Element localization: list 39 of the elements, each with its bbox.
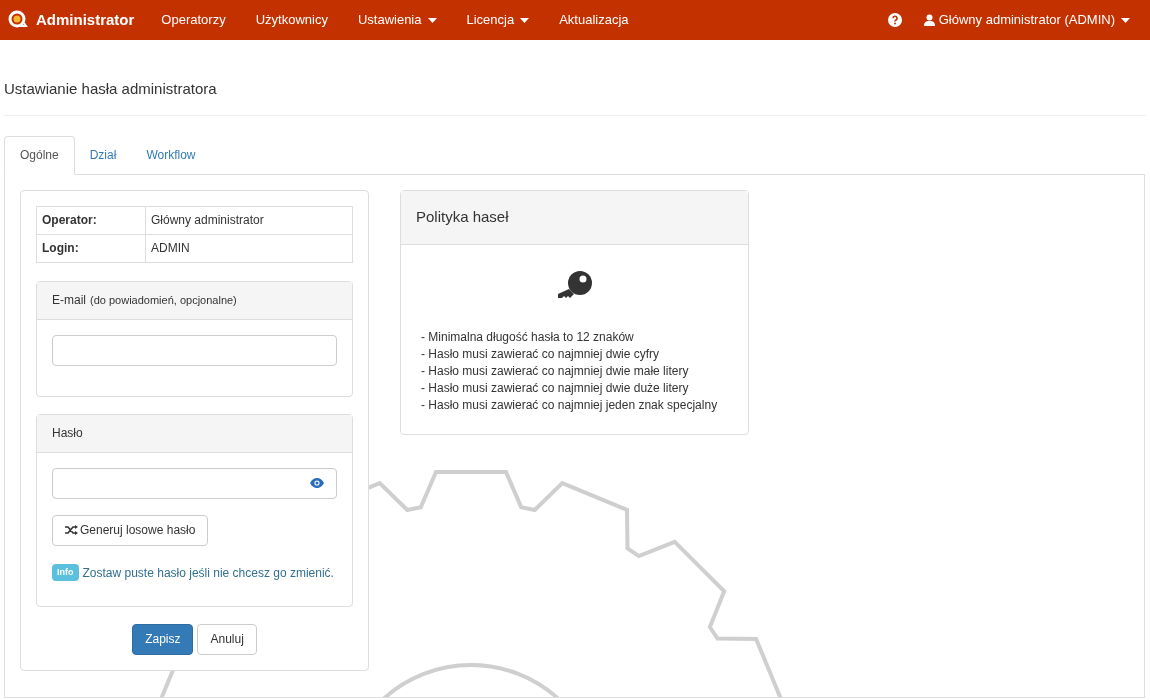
policy-rule: - Hasło musi zawierać co najmniej dwie duże litery — [421, 379, 690, 397]
tab[interactable]: Workflow — [131, 135, 211, 175]
table-cell: Login: — [36, 234, 146, 262]
password-heading: Hasło — [52, 425, 83, 442]
page-title: Ustawianie hasła administratora — [4, 79, 218, 99]
help-icon[interactable] — [887, 13, 902, 27]
save-button[interactable]: Zapisz — [132, 623, 194, 655]
generate-password-button[interactable]: Generuj losowe hasło — [52, 514, 209, 546]
password-field[interactable] — [52, 467, 337, 499]
info-note: Zostaw puste hasło jeśli nie chcesz go zmienić. — [82, 564, 334, 582]
nav-link[interactable]: Licencja — [451, 10, 545, 30]
user-icon — [923, 14, 935, 26]
table-cell: Główny administrator — [145, 206, 353, 234]
nav-link[interactable]: Operatorzy — [146, 10, 241, 30]
policy-rule: - Hasło musi zawierać co najmniej dwie cyfry — [421, 345, 661, 363]
caret-icon — [1121, 17, 1130, 23]
table-cell: Operator: — [36, 206, 146, 234]
email-hint: (do powiadomień, opcjonalne) — [90, 292, 237, 308]
caret-icon — [520, 17, 530, 23]
cancel-button[interactable]: Anuluj — [197, 623, 257, 655]
eye-icon[interactable] — [310, 478, 324, 488]
nav-link[interactable]: Użytkownicy — [240, 10, 343, 30]
brand-title: Administrator — [36, 9, 135, 30]
tab[interactable]: Ogólne — [4, 135, 75, 175]
caret-icon — [427, 17, 437, 23]
info-badge: Info — [52, 563, 79, 582]
email-heading: E-mail — [52, 292, 86, 309]
email-field[interactable] — [52, 334, 337, 366]
policy-rule: - Minimalna długość hasła to 12 znaków — [421, 328, 635, 346]
user-menu[interactable]: Główny administrator (ADMIN) — [923, 10, 1130, 30]
policy-rule: - Hasło musi zawierać co najmniej dwie małe litery — [421, 362, 690, 380]
tab[interactable]: Dział — [74, 135, 132, 175]
table-cell: ADMIN — [145, 234, 353, 262]
nav-link[interactable]: Aktualizacja — [544, 10, 644, 30]
shuffle-icon — [65, 525, 78, 535]
nav-link[interactable]: Ustawienia — [342, 10, 452, 30]
logo-icon — [8, 10, 28, 30]
policy-title: Polityka haseł — [416, 206, 509, 227]
policy-rule: - Hasło musi zawierać co najmniej jeden znak specjalny — [421, 396, 719, 414]
